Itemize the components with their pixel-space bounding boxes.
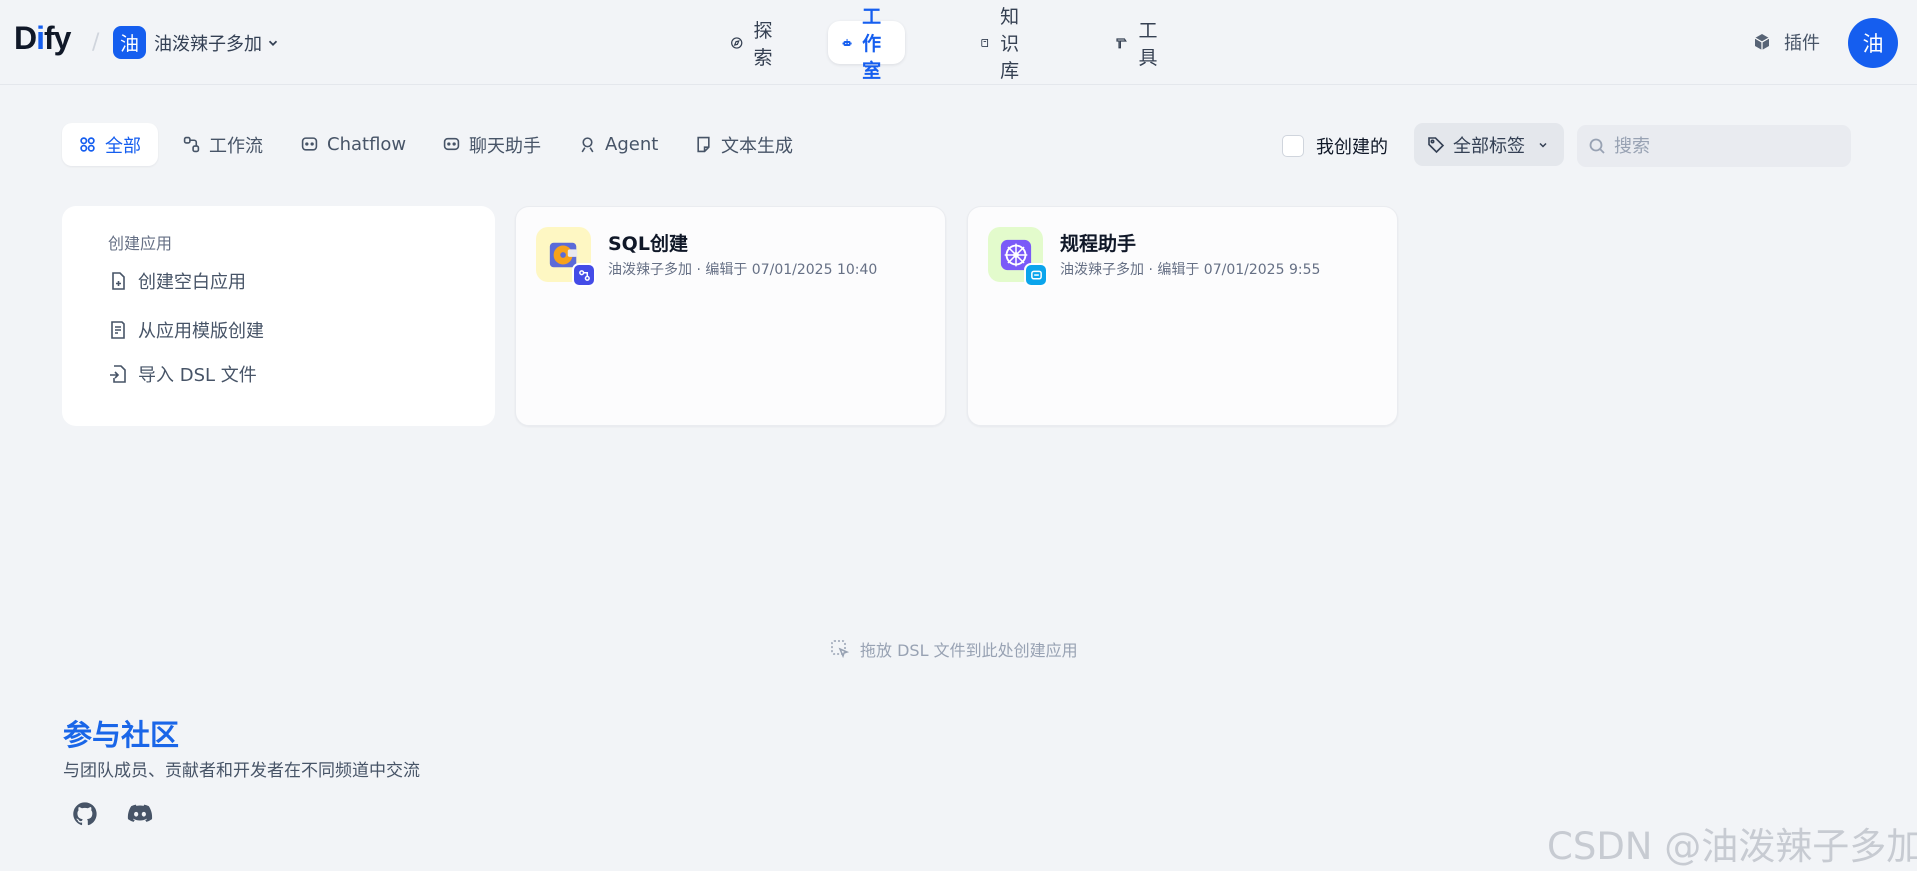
- community-subtitle: 与团队成员、贡献者和开发者在不同频道中交流: [63, 761, 420, 781]
- plugins-button[interactable]: 插件: [1752, 29, 1820, 55]
- tag-icon: [1428, 136, 1445, 153]
- discord-icon: [127, 804, 153, 822]
- tab-agent[interactable]: Agent: [562, 123, 675, 166]
- drag-drop-icon: [831, 640, 850, 659]
- user-avatar[interactable]: 油: [1848, 18, 1898, 68]
- book-icon: [981, 38, 989, 47]
- grid-icon: [80, 137, 95, 152]
- chat-badge-icon: [1024, 263, 1048, 287]
- hammer-icon: [1116, 37, 1127, 48]
- search-box[interactable]: [1577, 125, 1851, 167]
- text-note-icon: [697, 136, 710, 153]
- app-card-sql[interactable]: SQL创建 油泼辣子多加 · 编辑于 07/01/2025 10:40: [515, 206, 946, 426]
- breadcrumb-separator: /: [92, 30, 100, 55]
- workflow-icon: [183, 136, 200, 153]
- tab-text-generation[interactable]: 文本生成: [678, 123, 810, 166]
- created-by-me-checkbox[interactable]: [1282, 135, 1304, 157]
- watermark: CSDN @油泼辣子多加: [1547, 825, 1917, 868]
- tag-filter-dropdown[interactable]: 全部标签: [1414, 123, 1564, 166]
- app-name: 规程助手: [1060, 233, 1137, 255]
- import-dsl-button[interactable]: 导入 DSL 文件: [108, 361, 257, 387]
- compass-icon: [731, 36, 743, 49]
- robot-icon: [842, 38, 852, 46]
- file-template-icon: [111, 321, 125, 339]
- search-input[interactable]: [1614, 135, 1834, 157]
- tab-chat-assistant[interactable]: 聊天助手: [426, 123, 558, 166]
- workspace-switcher[interactable]: 油泼辣子多加: [154, 30, 280, 56]
- create-app-card: 创建应用 创建空白应用 从应用模版创建 导入 DSL 文件: [62, 206, 495, 426]
- community-title: 参与社区: [63, 718, 180, 752]
- create-from-template-button[interactable]: 从应用模版创建: [108, 317, 264, 343]
- dsl-drop-zone-hint: 拖放 DSL 文件到此处创建应用: [830, 637, 1078, 661]
- tab-all[interactable]: 全部: [62, 123, 158, 166]
- github-icon: [73, 802, 97, 826]
- discord-link[interactable]: [126, 800, 154, 828]
- create-blank-app-button[interactable]: 创建空白应用: [108, 268, 246, 294]
- app-meta: 油泼辣子多加 · 编辑于 07/01/2025 10:40: [608, 262, 878, 278]
- nav-explore[interactable]: 探索: [716, 20, 793, 69]
- app-card-procedure-assistant[interactable]: 规程助手 油泼辣子多加 · 编辑于 07/01/2025 9:55: [967, 206, 1398, 426]
- app-name: SQL创建: [608, 233, 688, 255]
- workflow-badge-icon: [572, 263, 596, 287]
- nav-knowledge[interactable]: 知识库: [966, 6, 1043, 82]
- created-by-me-filter[interactable]: 我创建的: [1282, 133, 1388, 159]
- github-link[interactable]: [71, 800, 99, 828]
- agent-icon: [581, 137, 594, 153]
- chevron-down-icon: [1539, 142, 1547, 148]
- dify-logo[interactable]: Dify: [14, 20, 71, 57]
- chat-bot-icon: [443, 137, 460, 151]
- workspace-badge[interactable]: 油: [113, 26, 146, 59]
- nav-studio[interactable]: 工作室: [828, 6, 906, 82]
- create-app-title: 创建应用: [108, 234, 173, 253]
- top-header: Dify / 油 油泼辣子多加 探索 工作室 知识库 工具 插件 油: [0, 0, 1917, 85]
- nav-tools[interactable]: 工具: [1101, 20, 1178, 69]
- file-plus-icon: [112, 272, 125, 290]
- app-meta: 油泼辣子多加 · 编辑于 07/01/2025 9:55: [1060, 262, 1321, 278]
- chatflow-icon: [301, 137, 318, 151]
- workspace-name: 油泼辣子多加: [154, 34, 262, 55]
- chevron-down-icon: [268, 40, 278, 46]
- tab-workflow[interactable]: 工作流: [166, 123, 280, 166]
- file-import-icon: [110, 365, 126, 383]
- cube-icon: [1754, 34, 1770, 50]
- tab-chatflow[interactable]: Chatflow: [284, 123, 423, 166]
- search-icon: [1589, 138, 1605, 154]
